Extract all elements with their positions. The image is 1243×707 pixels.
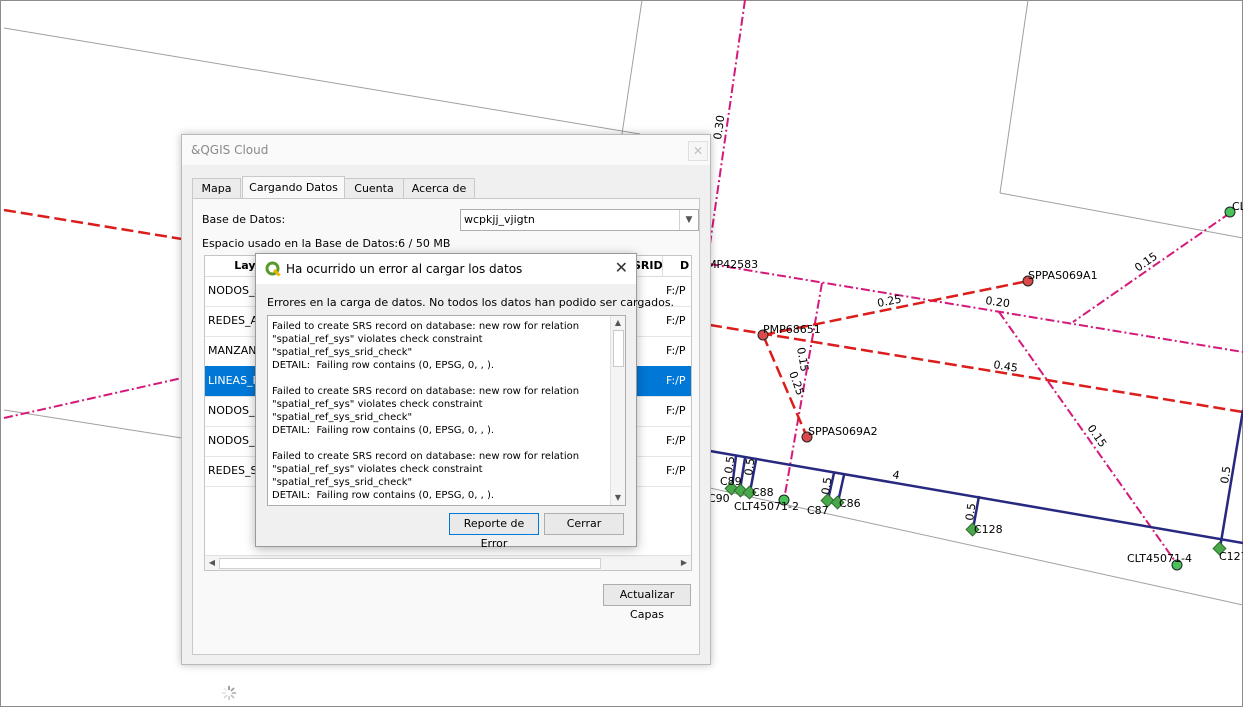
- table-cell: REDES_SA: [208, 464, 258, 477]
- map-label: C90: [708, 492, 730, 505]
- error-details-textbox[interactable]: Failed to create SRS record on database:…: [267, 315, 626, 506]
- scrollbar-thumb[interactable]: [219, 558, 601, 569]
- vertical-scrollbar[interactable]: ▲ ▼: [610, 316, 625, 505]
- table-cell: LINEAS_P: [208, 374, 258, 387]
- table-cell: F:/P: [666, 314, 686, 327]
- map-label: CL: [1232, 200, 1243, 213]
- close-button[interactable]: Cerrar: [544, 513, 624, 535]
- tab-cargando-datos[interactable]: Cargando Datos: [242, 176, 345, 200]
- close-icon[interactable]: ✕: [688, 141, 708, 161]
- database-value: wcpkjj_vjigtn: [464, 213, 535, 226]
- error-details-text: Failed to create SRS record on database:…: [272, 321, 580, 501]
- window-title: &QGIS Cloud: [191, 143, 269, 157]
- table-cell: F:/P: [666, 374, 686, 387]
- scrollbar-thumb[interactable]: [613, 330, 624, 367]
- column-header-srid[interactable]: SRID: [633, 256, 663, 276]
- map-label: 0.5: [742, 457, 757, 476]
- table-cell: F:/P: [666, 404, 686, 417]
- map-label: 0.5: [819, 476, 834, 495]
- map-label: CLT45071-4: [1127, 552, 1192, 565]
- tab-acerca-de[interactable]: Acerca de: [403, 178, 475, 199]
- scroll-right-icon[interactable]: ▶: [677, 556, 691, 570]
- window-titlebar[interactable]: &QGIS Cloud ✕: [182, 135, 710, 165]
- database-label: Base de Datos:: [202, 213, 286, 226]
- map-label: C127: [1219, 550, 1243, 563]
- table-cell: NODOS_A: [208, 284, 258, 297]
- space-used-label: Espacio usado en la Base de Datos:6 / 50…: [202, 237, 451, 250]
- map-label: C89: [720, 475, 742, 488]
- map-label: C86: [839, 497, 861, 510]
- dialog-titlebar[interactable]: Ha ocurrido un error al cargar los datos…: [256, 254, 636, 284]
- table-cell: NODOS_S: [208, 434, 258, 447]
- error-dialog: Ha ocurrido un error al cargar los datos…: [255, 253, 674, 550]
- map-label: 0.25: [786, 370, 807, 397]
- close-icon[interactable]: ✕: [615, 258, 628, 277]
- scroll-left-icon[interactable]: ◀: [205, 556, 219, 570]
- map-label: C87: [807, 504, 829, 517]
- circle-nodes: [757, 206, 1236, 571]
- tab-mapa[interactable]: Mapa: [192, 178, 241, 199]
- table-cell: MANZAN: [208, 344, 257, 357]
- column-header-d[interactable]: D: [665, 256, 691, 276]
- horizontal-scrollbar[interactable]: ◀ ▶: [205, 555, 691, 570]
- error-report-button[interactable]: Reporte de Error: [449, 513, 539, 550]
- qgis-logo-icon: [265, 261, 281, 277]
- map-label: SPPAS069A2: [808, 425, 878, 438]
- scroll-up-icon[interactable]: ▲: [611, 316, 625, 330]
- map-label: CLT45071-2: [734, 500, 799, 513]
- map-label: C88: [752, 486, 774, 499]
- map-label: 0.5: [722, 455, 737, 474]
- map-label: 0.5: [963, 502, 978, 521]
- map-label: C128: [974, 523, 1003, 536]
- map-label: 0.15: [1132, 250, 1160, 275]
- refresh-layers-button[interactable]: Actualizar Capas: [603, 584, 691, 621]
- map-label: 0.20: [985, 294, 1011, 310]
- table-cell: REDES_AC: [208, 314, 258, 327]
- table-cell: F:/P: [666, 464, 686, 477]
- loading-spinner-icon: [221, 685, 237, 701]
- tab-cuenta[interactable]: Cuenta: [344, 178, 404, 199]
- database-select[interactable]: wcpkjj_vjigtn ▼: [460, 209, 699, 231]
- error-message: Errores en la carga de datos. No todos l…: [267, 296, 675, 309]
- map-label: 0.15: [794, 346, 811, 372]
- map-label: MP42583: [707, 258, 758, 271]
- scroll-down-icon[interactable]: ▼: [611, 491, 625, 505]
- map-label: SPPAS069A1: [1028, 269, 1098, 282]
- map-label: 0.15: [1085, 422, 1110, 450]
- table-cell: F:/P: [666, 434, 686, 447]
- map-label: 4: [891, 468, 900, 482]
- map-label: 0.5: [1218, 465, 1233, 484]
- chevron-down-icon[interactable]: ▼: [679, 210, 698, 230]
- dialog-title: Ha ocurrido un error al cargar los datos: [286, 262, 523, 276]
- table-cell: NODOS_P: [208, 404, 258, 417]
- table-cell: F:/P: [666, 344, 686, 357]
- map-label: PMP68651: [763, 323, 821, 336]
